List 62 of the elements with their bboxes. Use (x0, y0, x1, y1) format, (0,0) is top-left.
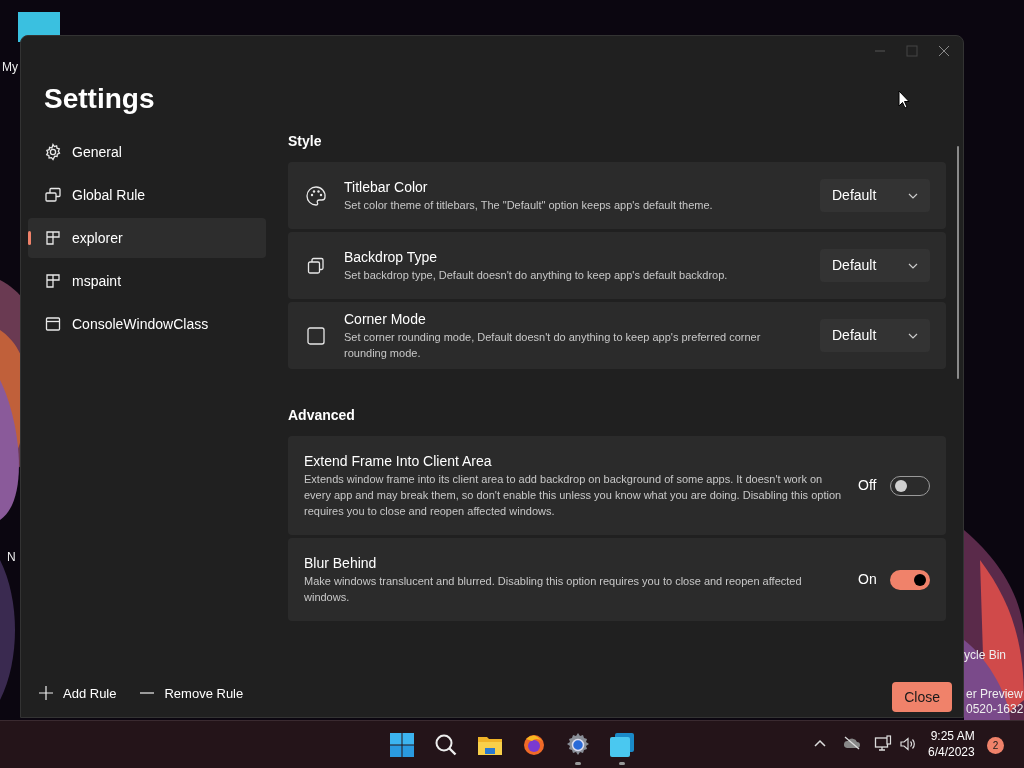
chevron-down-icon (908, 332, 918, 339)
sidebar-item[interactable]: mspaint (28, 261, 266, 301)
volume-icon[interactable] (899, 736, 917, 752)
sidebar-item[interactable]: Global Rule (28, 175, 266, 215)
setting-title: Corner Mode (344, 310, 427, 329)
squares-icon (609, 732, 635, 758)
dropdown[interactable]: Default (820, 249, 930, 282)
notification-badge[interactable]: 2 (987, 737, 1004, 754)
clock-date[interactable]: 6/4/2023 (928, 744, 975, 760)
section-heading: Style (288, 132, 323, 151)
palette-icon (305, 184, 327, 207)
setting-title: Extend Frame Into Client Area (304, 452, 493, 471)
window-icon (44, 315, 62, 333)
layers-icon (305, 255, 327, 276)
desktop-icon-label[interactable]: er Preview (966, 685, 1023, 703)
setting-description: Make windows translucent and blurred. Disabling this option requires you to close and reopen affected windows. (304, 574, 803, 605)
setting-description: Set corner rounding mode, Default doesn't do anything to keep app's preferred corner rounding mode. (344, 330, 762, 361)
window-title: Settings (43, 82, 156, 116)
dropdown[interactable]: Default (820, 179, 930, 212)
sidebar-item[interactable]: General (28, 132, 266, 172)
search-icon (434, 733, 458, 757)
desktop-icon-label[interactable]: N (7, 548, 16, 566)
grid-icon (44, 272, 62, 290)
add-rule-button[interactable]: Add Rule (39, 683, 117, 703)
setting-title: Blur Behind (304, 554, 378, 573)
chevron-up-icon[interactable] (813, 738, 827, 748)
minus-icon (140, 692, 155, 695)
section-heading: Advanced (288, 406, 356, 425)
dropdown[interactable]: Default (820, 319, 930, 352)
running-indicator (619, 762, 625, 765)
folder-icon (477, 734, 503, 756)
setting-description: Set color theme of titlebars, The "Default" option keeps app's default theme. (344, 198, 714, 213)
setting-description: Set backdrop type, Default doesn't do anything to keep app's default backdrop. (344, 268, 729, 283)
close-icon[interactable] (937, 44, 951, 58)
sidebar-item[interactable]: ConsoleWindowClass (28, 304, 266, 344)
toggle-state-label: On (858, 570, 878, 589)
chevron-down-icon (908, 262, 918, 269)
toggle-state-label: Off (858, 476, 878, 495)
scrollbar[interactable] (957, 146, 959, 379)
running-indicator (575, 762, 581, 765)
desktop-icon-label[interactable]: My (2, 58, 18, 76)
square-icon (305, 325, 327, 346)
gear-icon (44, 143, 62, 161)
browser-icon (522, 733, 546, 757)
chevron-down-icon (908, 192, 918, 199)
start-icon (389, 732, 415, 758)
desktop-icon-label[interactable]: ycle Bin (964, 646, 1007, 664)
cloud-off-icon[interactable] (843, 736, 861, 750)
network-icon[interactable] (874, 735, 892, 753)
grid-icon (44, 229, 62, 247)
desktop-icon-label[interactable]: 0520-1632 (966, 700, 1024, 718)
remove-rule-button[interactable]: Remove Rule (140, 683, 244, 703)
setting-title: Titlebar Color (344, 178, 429, 197)
plus-icon (39, 686, 53, 701)
setting-description: Extends window frame into its client area to add backdrop on background of some apps. It doesn't work on every app and may break them, so don't enable this unless you know what you are doing. Disabling this option requires you to close and reopen affected windows. (304, 472, 842, 519)
sidebar-item[interactable]: explorer (28, 218, 266, 258)
windows-icon (44, 186, 62, 204)
cursor-icon (898, 90, 910, 109)
clock-time[interactable]: 9:25 AM (930, 728, 975, 744)
setting-title: Backdrop Type (344, 248, 439, 267)
toggle-switch[interactable] (890, 569, 930, 590)
close-button[interactable]: Close (892, 682, 952, 712)
